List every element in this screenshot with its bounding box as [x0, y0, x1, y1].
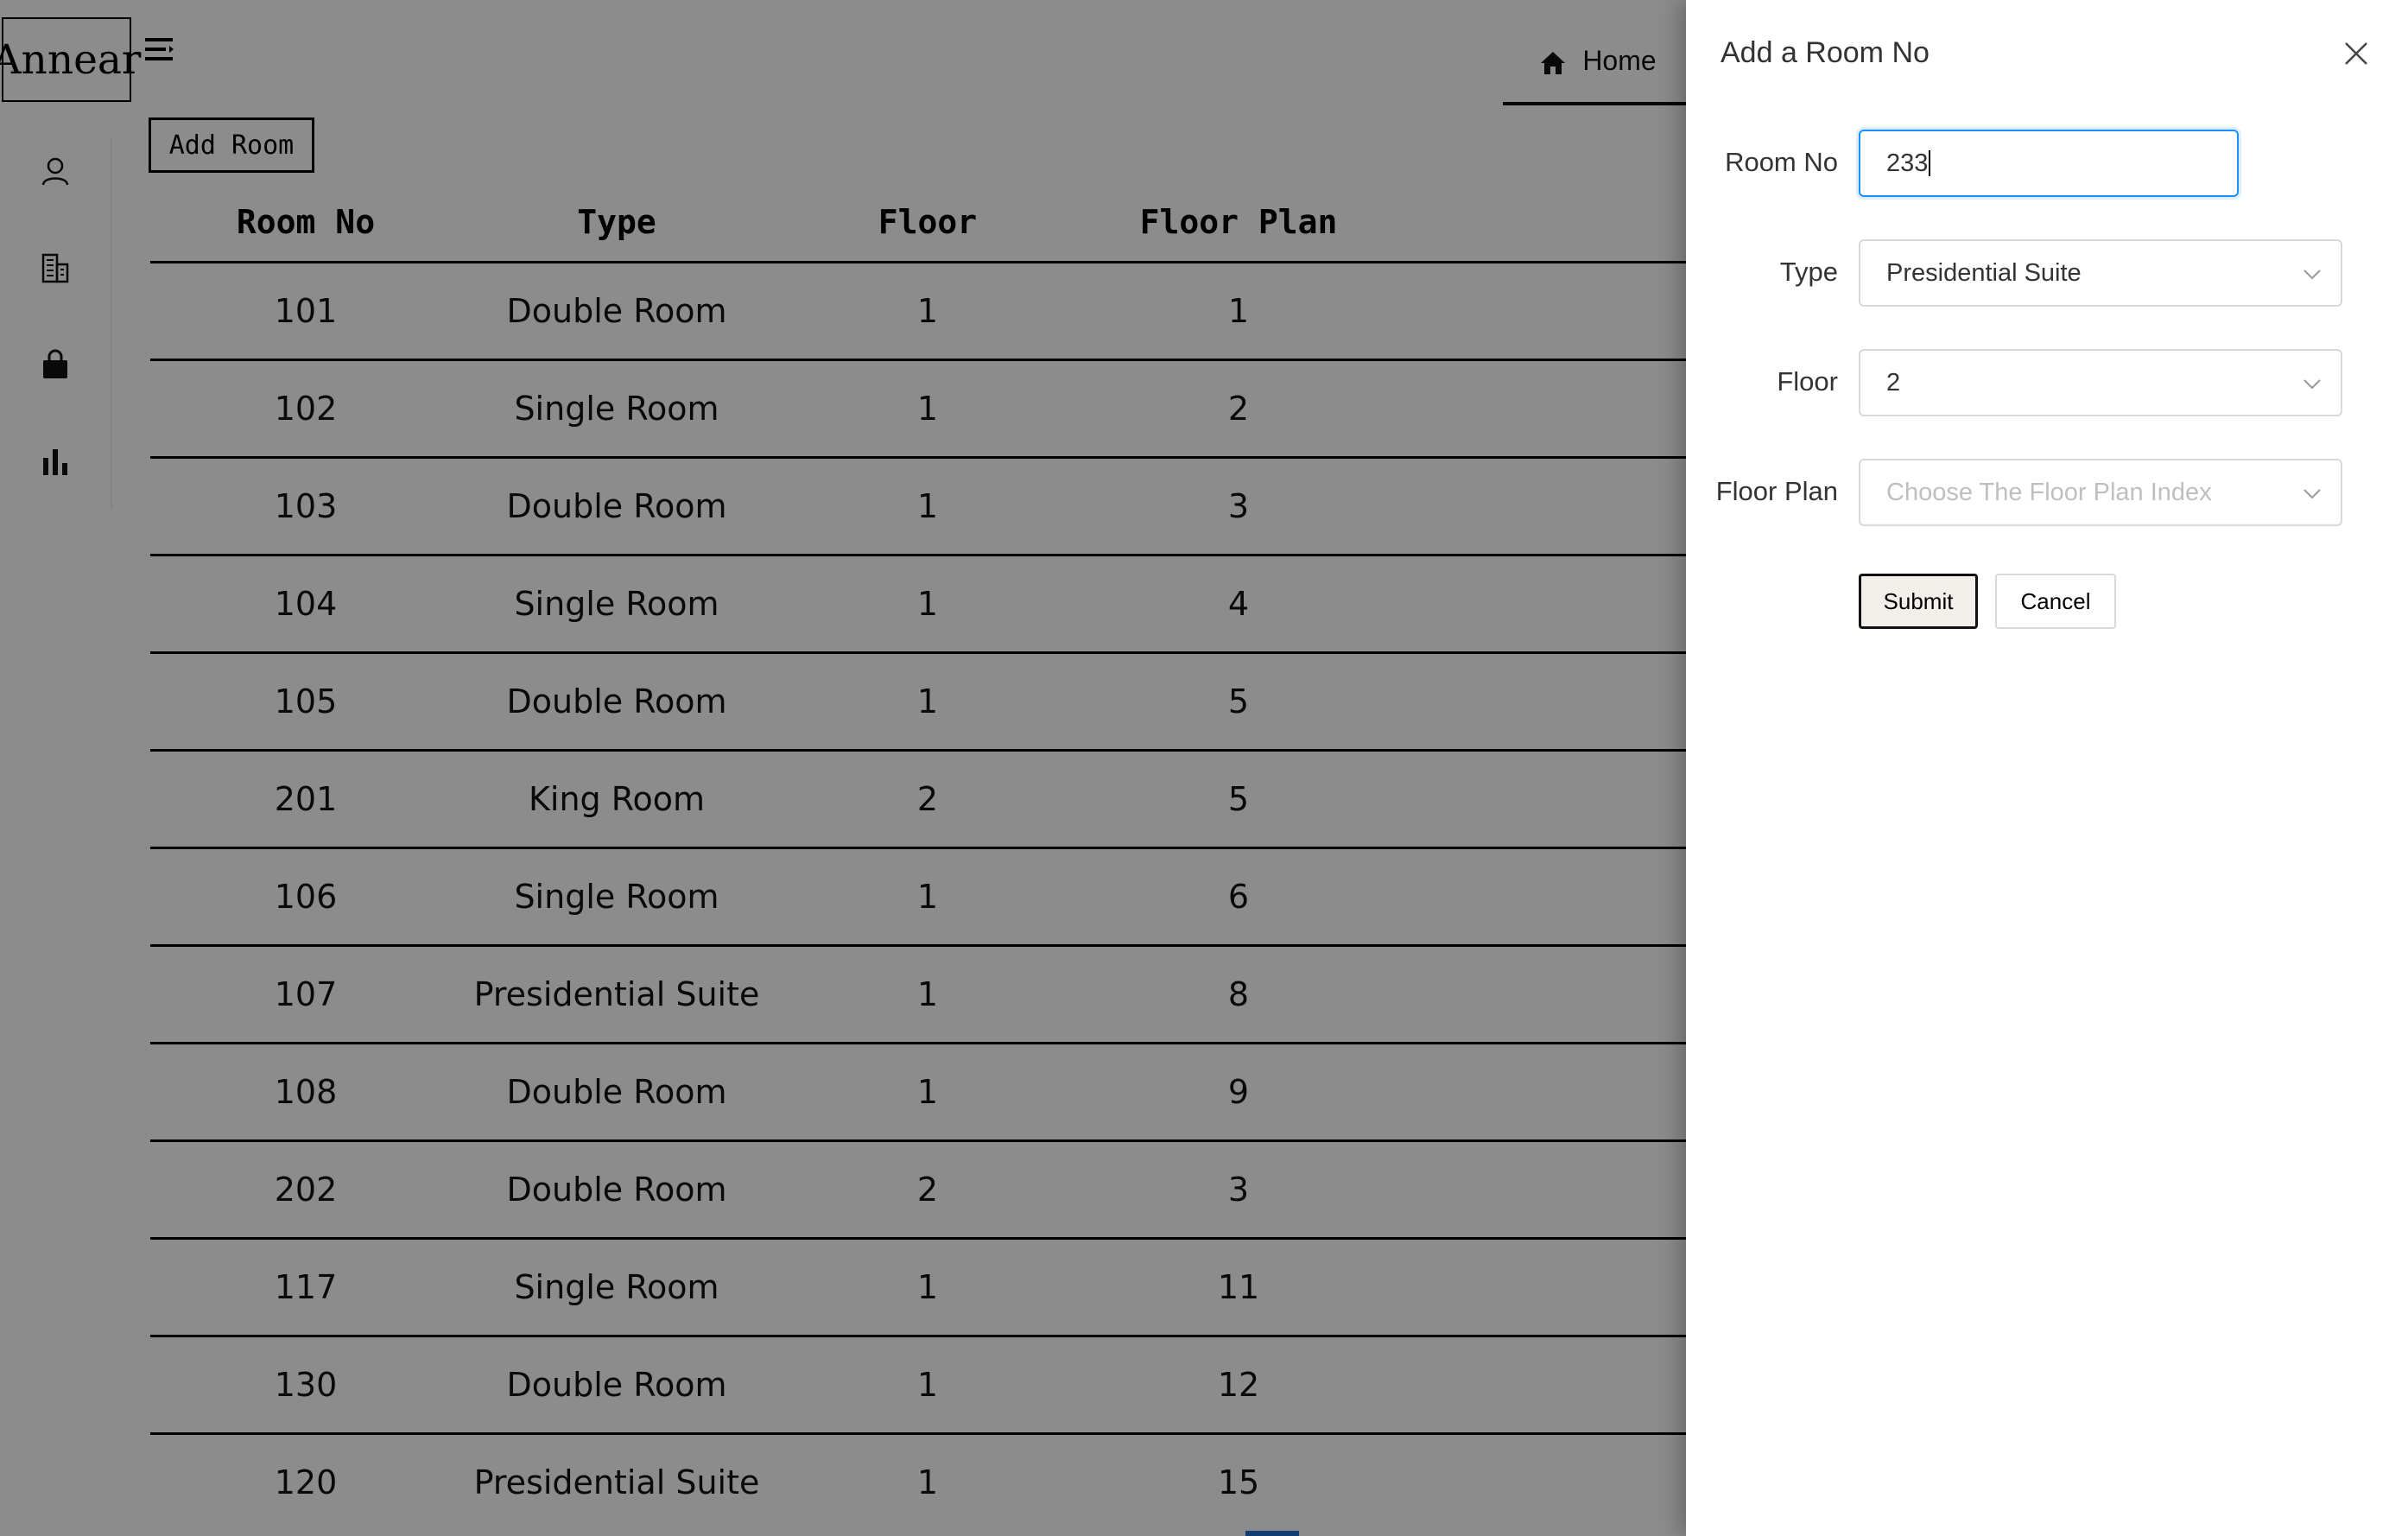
- floor-plan-select[interactable]: Choose The Floor Plan Index: [1859, 459, 2342, 526]
- floor-select[interactable]: 2: [1859, 349, 2342, 416]
- chevron-down-icon: [2303, 270, 2321, 280]
- room-no-label: Room No: [1725, 147, 1838, 177]
- text-caret: [1929, 150, 1931, 176]
- chevron-down-icon: [2303, 489, 2321, 499]
- close-icon[interactable]: [2341, 38, 2372, 69]
- type-label: Type: [1779, 257, 1838, 287]
- add-room-drawer: Add a Room No Room No 233 Type President…: [1686, 0, 2408, 1536]
- cancel-button[interactable]: Cancel: [1995, 574, 2116, 629]
- chevron-down-icon: [2303, 379, 2321, 390]
- drawer-mask[interactable]: [0, 0, 1686, 1536]
- drawer-title: Add a Room No: [1720, 36, 1930, 69]
- submit-button[interactable]: Submit: [1859, 574, 1978, 629]
- floor-plan-label: Floor Plan: [1715, 476, 1838, 506]
- type-select[interactable]: Presidential Suite: [1859, 239, 2342, 307]
- floor-label: Floor: [1777, 366, 1838, 397]
- type-select-value: Presidential Suite: [1886, 258, 2082, 287]
- floor-plan-placeholder: Choose The Floor Plan Index: [1886, 478, 2212, 506]
- room-no-input[interactable]: 233: [1859, 130, 2239, 197]
- floor-select-value: 2: [1886, 368, 1901, 397]
- room-no-value: 233: [1886, 149, 1929, 177]
